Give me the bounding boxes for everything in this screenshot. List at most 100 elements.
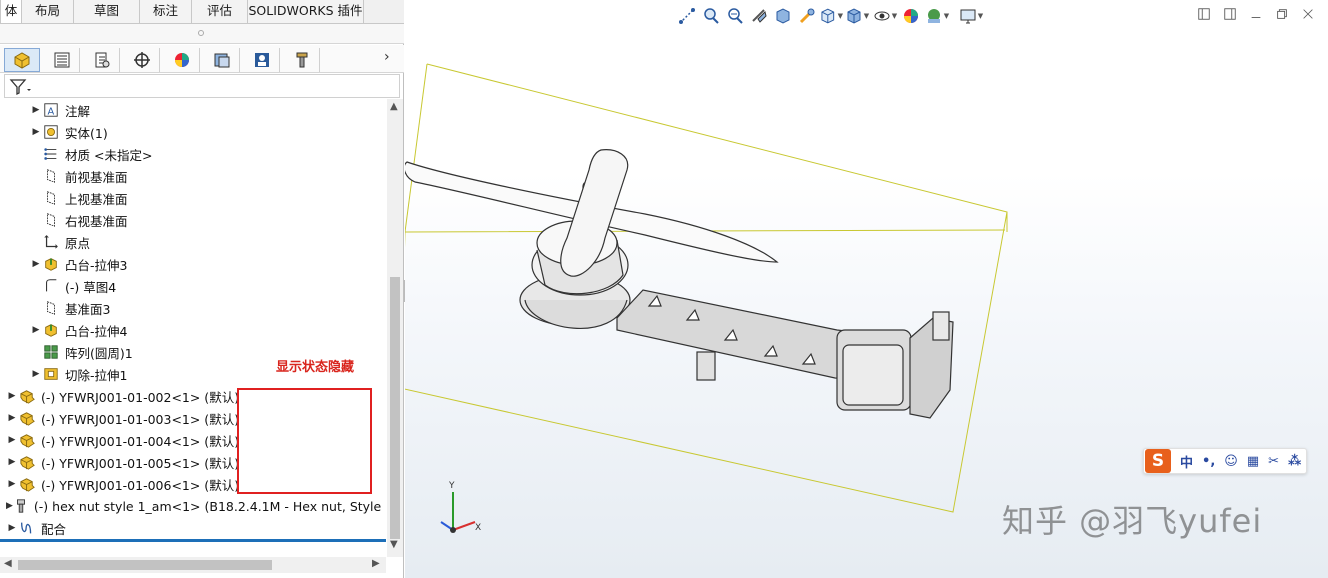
tree-item[interactable]: 原点 (0, 231, 386, 253)
ime-toolbar[interactable]: S 中 •, ☺ ▦ ✂ ⁂ (1143, 448, 1307, 474)
expand-arrow-icon[interactable]: ▶ (6, 479, 18, 489)
dimxpert-manager-tab[interactable] (124, 48, 160, 72)
simulation-tab[interactable] (244, 48, 280, 72)
3d-model-view[interactable]: Y X (405, 0, 1328, 578)
annotation-label: 显示状态隐藏 (276, 360, 355, 375)
feature-manager-panel: 体 布局 草图 标注 评估 SOLIDWORKS 插件 › ▶ A 注解 ▶ 实… (0, 0, 404, 578)
tree-item-label: 上视基准面 (65, 191, 128, 207)
bounding-box (405, 63, 1008, 513)
tree-item[interactable]: 基准面3 (0, 297, 386, 319)
motor-assembly (519, 149, 631, 329)
expand-arrow-icon[interactable]: ▶ (30, 127, 42, 137)
tree-item-label: 前视基准面 (65, 169, 128, 185)
tree-item[interactable]: (-) 草图4 (0, 275, 386, 297)
tab-solidworks-addins[interactable]: SOLIDWORKS 插件 (248, 0, 364, 23)
scrollbar-thumb[interactable] (18, 560, 272, 570)
command-manager-tabs: 体 布局 草图 标注 评估 SOLIDWORKS 插件 (0, 0, 404, 24)
property-manager-tab[interactable] (44, 48, 80, 72)
triad-x-label: X (475, 523, 481, 533)
scroll-right-icon[interactable]: ▶ (372, 558, 380, 569)
configuration-manager-tab[interactable] (84, 48, 120, 72)
tree-item[interactable]: ▶ 配合 (0, 517, 386, 539)
expand-arrow-icon[interactable]: ▶ (6, 523, 18, 533)
part-icon (18, 475, 36, 493)
panel-collapse-bar[interactable] (0, 24, 404, 44)
tree-item-label: 切除-拉伸1 (65, 367, 128, 383)
ime-chinese-mode[interactable]: 中 (1180, 452, 1193, 471)
tree-item[interactable]: ▶ A 注解 (0, 99, 386, 121)
emoji-icon[interactable]: ☺ (1224, 454, 1238, 469)
rollback-bar[interactable] (0, 539, 386, 542)
part-icon (18, 431, 36, 449)
horizontal-scrollbar[interactable]: ◀ ▶ (0, 557, 386, 573)
tree-item-label: 右视基准面 (65, 213, 128, 229)
solid-bodies-icon (42, 123, 60, 141)
tree-item[interactable]: 右视基准面 (0, 209, 386, 231)
tree-item-label: 凸台-拉伸3 (65, 257, 128, 273)
origin-icon (42, 233, 60, 251)
display-manager-tab[interactable] (164, 48, 200, 72)
hex-nut-icon (13, 497, 29, 515)
tab-evaluate[interactable]: 评估 (192, 0, 248, 23)
tab-sketch[interactable]: 草图 (74, 0, 140, 23)
scroll-left-icon[interactable]: ◀ (4, 558, 12, 569)
triad-axis: Y X (440, 481, 481, 533)
tab-layout[interactable]: 布局 (22, 0, 74, 23)
scroll-up-icon[interactable]: ▲ (390, 101, 398, 112)
tree-filter-bar[interactable] (4, 74, 400, 98)
expand-arrow-icon[interactable]: ▶ (6, 413, 18, 423)
expand-arrow-icon[interactable]: ▶ (6, 435, 18, 445)
ime-punctuation[interactable]: •, (1202, 454, 1215, 469)
tree-item[interactable]: 材质 <未指定> (0, 143, 386, 165)
expand-arrow-icon[interactable]: ▶ (30, 259, 42, 269)
collapse-handle-icon[interactable] (198, 30, 204, 36)
tab-markup[interactable]: 标注 (140, 0, 192, 23)
plane-icon (42, 211, 60, 229)
plane-icon (42, 299, 60, 317)
extrude-boss-icon (42, 321, 60, 339)
scissors-icon[interactable]: ✂ (1268, 454, 1279, 469)
chevron-right-icon[interactable]: › (384, 49, 390, 65)
tree-item-label: (-) YFWRJ001-01-002<1> (默认) (41, 389, 240, 405)
plane-icon (42, 189, 60, 207)
expand-arrow-icon[interactable]: ▶ (6, 457, 18, 467)
vertical-scrollbar[interactable]: ▲ ▼ (387, 99, 403, 557)
tree-item[interactable]: 前视基准面 (0, 165, 386, 187)
triad-y-label: Y (448, 481, 455, 491)
expand-arrow-icon[interactable]: ▶ (30, 325, 42, 335)
expand-arrow-icon[interactable]: ▶ (30, 369, 42, 379)
expand-arrow-icon[interactable]: ▶ (6, 391, 18, 401)
scrollbar-thumb[interactable] (390, 277, 400, 539)
cam-manager-tab[interactable] (204, 48, 240, 72)
frame-arm (616, 289, 954, 419)
filter-icon[interactable] (9, 78, 33, 96)
tree-item[interactable]: ▶ 凸台-拉伸4 (0, 319, 386, 341)
tab-features[interactable]: 体 (0, 0, 22, 23)
sogou-logo-icon[interactable]: S (1145, 449, 1171, 473)
circular-pattern-icon (42, 343, 60, 361)
material-icon (42, 145, 60, 163)
keyboard-icon[interactable]: ▦ (1247, 454, 1259, 469)
graphics-viewport[interactable]: ▼ ▼ ▼ ▼ ▼ Y X S 中 •, ☺ ▦ ✂ ⁂ 知乎 @羽飞yufei (405, 0, 1328, 578)
tree-item-label: 阵列(圆周)1 (65, 345, 133, 361)
toolbox-tab[interactable] (284, 48, 320, 72)
tree-item[interactable]: 上视基准面 (0, 187, 386, 209)
part-icon (18, 453, 36, 471)
expand-arrow-icon[interactable]: ▶ (6, 501, 13, 511)
tree-item[interactable]: ▶ 实体(1) (0, 121, 386, 143)
part-icon (18, 387, 36, 405)
tree-item[interactable]: ▶ 凸台-拉伸3 (0, 253, 386, 275)
more-tools-icon[interactable]: ⁂ (1288, 454, 1301, 469)
feature-manager-tab[interactable] (4, 48, 40, 72)
annotation-icon: A (42, 101, 60, 119)
tree-item[interactable]: ▶ (-) hex nut style 1_am<1> (B18.2.4.1M -… (0, 495, 386, 517)
tree-item-label: 实体(1) (65, 125, 108, 141)
feature-manager-toolbar (0, 45, 404, 73)
expand-arrow-icon[interactable]: ▶ (30, 105, 42, 115)
tree-item-label: (-) YFWRJ001-01-003<1> (默认) (41, 411, 240, 427)
tree-item-label: 原点 (65, 235, 91, 251)
part-icon (18, 409, 36, 427)
toolbox-icon (296, 52, 307, 68)
scroll-down-icon[interactable]: ▼ (390, 539, 398, 550)
tree-item-label: (-) YFWRJ001-01-006<1> (默认) (41, 477, 240, 493)
